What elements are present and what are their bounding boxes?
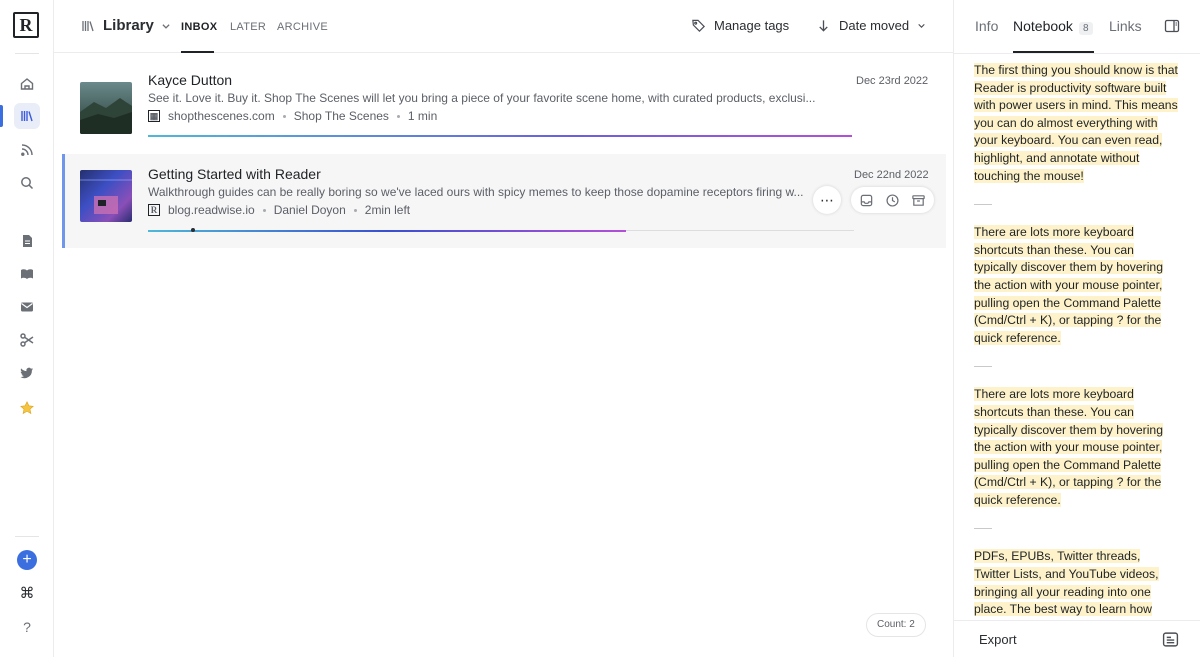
tab-inbox[interactable]: INBOX	[181, 21, 217, 33]
tab-later[interactable]: LATER	[230, 21, 266, 33]
book-icon[interactable]	[14, 261, 40, 287]
document-meta: ▦ shopthescenes.com Shop The Scenes 1 mi…	[148, 109, 437, 123]
library-icon[interactable]	[14, 103, 40, 129]
reader-app: R + ⌘ ? Library INBOX LATER ARCHIVE Mana…	[0, 0, 1200, 657]
tab-links[interactable]: Links	[1109, 18, 1142, 34]
active-tab-underline	[181, 51, 214, 53]
library-dropdown[interactable]: Library	[80, 17, 171, 34]
help-icon[interactable]: ?	[14, 614, 40, 640]
document-icon[interactable]	[14, 228, 40, 254]
toggle-sidebar-icon[interactable]	[1164, 18, 1180, 34]
archive-icon[interactable]	[911, 193, 926, 208]
search-icon[interactable]	[14, 170, 40, 196]
manage-tags-label: Manage tags	[714, 18, 790, 33]
export-notes-icon[interactable]	[1162, 631, 1179, 648]
document-domain: shopthescenes.com	[168, 109, 275, 123]
separator-dot	[282, 114, 286, 118]
tab-notebook-label: Notebook	[1013, 18, 1073, 34]
document-title: Getting Started with Reader	[148, 166, 321, 182]
highlight-separator	[974, 366, 992, 368]
reading-time: 1 min	[407, 109, 438, 123]
left-rail: R + ⌘ ?	[0, 0, 54, 657]
highlight-item[interactable]: The first thing you should know is that …	[974, 62, 1179, 185]
document-date: Dec 22nd 2022	[854, 169, 929, 181]
document-count-badge: Count: 2	[866, 613, 926, 637]
arrow-down-icon	[819, 20, 828, 32]
document-thumbnail	[80, 82, 132, 134]
rss-icon[interactable]	[14, 137, 40, 163]
inbox-icon[interactable]	[859, 193, 874, 208]
chevron-down-icon	[918, 23, 925, 28]
highlight-separator	[974, 528, 992, 530]
document-thumbnail	[80, 170, 132, 222]
tab-archive[interactable]: ARCHIVE	[277, 21, 328, 33]
list-header: Library INBOX LATER ARCHIVE Manage tags …	[54, 0, 953, 53]
star-icon[interactable]	[14, 395, 40, 421]
twitter-icon[interactable]	[14, 360, 40, 386]
readwise-logo[interactable]: R	[13, 12, 39, 38]
row-actions: ⋯	[813, 186, 934, 214]
active-indicator	[0, 105, 3, 127]
chevron-down-icon	[162, 23, 170, 29]
document-row-selected[interactable]: Getting Started with Reader Walkthrough …	[62, 154, 946, 248]
home-icon[interactable]	[14, 71, 40, 97]
highlight-text: The first thing you should know is that …	[974, 63, 1178, 183]
scissors-icon[interactable]	[14, 327, 40, 353]
separator-dot	[353, 208, 357, 212]
sidebar-footer: Export	[954, 620, 1200, 657]
document-list-pane: Library INBOX LATER ARCHIVE Manage tags …	[54, 0, 953, 657]
clock-icon[interactable]	[885, 193, 900, 208]
document-domain: blog.readwise.io	[168, 203, 255, 217]
rail-divider	[15, 53, 39, 54]
document-author: Daniel Doyon	[273, 203, 346, 217]
highlight-text: There are lots more keyboard shortcuts t…	[974, 225, 1163, 345]
document-meta: R blog.readwise.io Daniel Doyon 2min lef…	[148, 203, 410, 217]
separator-dot	[396, 114, 400, 118]
document-date: Dec 23rd 2022	[856, 75, 929, 87]
readwise-favicon: R	[148, 204, 160, 216]
tag-icon	[692, 19, 705, 32]
row-action-group	[851, 187, 934, 213]
tab-notebook[interactable]: Notebook 8	[1013, 18, 1093, 35]
notebook-highlights: The first thing you should know is that …	[974, 62, 1179, 622]
manage-tags-button[interactable]: Manage tags	[691, 18, 789, 33]
more-options-button[interactable]: ⋯	[813, 186, 841, 214]
sidebar-header-divider	[954, 53, 1200, 54]
reading-progress-bar	[148, 230, 626, 232]
sort-dropdown[interactable]: Date moved	[816, 18, 926, 33]
notebook-count-badge: 8	[1078, 22, 1093, 35]
highlight-item[interactable]: There are lots more keyboard shortcuts t…	[974, 224, 1179, 347]
right-sidebar: Info Notebook 8 Links The first thing you…	[953, 0, 1200, 657]
document-author: Shop The Scenes	[293, 109, 389, 123]
command-palette-icon[interactable]: ⌘	[14, 580, 40, 606]
highlight-item[interactable]: There are lots more keyboard shortcuts t…	[974, 386, 1179, 509]
document-row[interactable]: Kayce Dutton See it. Love it. Buy it. Sh…	[62, 60, 946, 154]
export-button[interactable]: Export	[979, 632, 1017, 647]
highlight-item[interactable]: PDFs, EPUBs, Twitter threads, Twitter Li…	[974, 548, 1179, 618]
sort-label: Date moved	[839, 18, 910, 33]
reading-position-marker	[191, 228, 195, 232]
library-icon	[82, 20, 94, 31]
mail-icon[interactable]	[14, 294, 40, 320]
document-description: See it. Love it. Buy it. Shop The Scenes…	[148, 91, 816, 105]
reading-time: 2min left	[364, 203, 411, 217]
tab-info[interactable]: Info	[975, 18, 998, 34]
rail-divider	[15, 536, 39, 537]
separator-dot	[262, 208, 266, 212]
highlight-text: There are lots more keyboard shortcuts t…	[974, 387, 1163, 507]
site-favicon: ▦	[148, 110, 160, 122]
document-progress-line	[148, 135, 852, 137]
library-label: Library	[103, 17, 154, 34]
document-description: Walkthrough guides can be really boring …	[148, 185, 804, 199]
highlight-text: PDFs, EPUBs, Twitter threads, Twitter Li…	[974, 549, 1159, 617]
highlight-separator	[974, 204, 992, 206]
add-button[interactable]: +	[17, 550, 37, 570]
document-title: Kayce Dutton	[148, 72, 233, 88]
